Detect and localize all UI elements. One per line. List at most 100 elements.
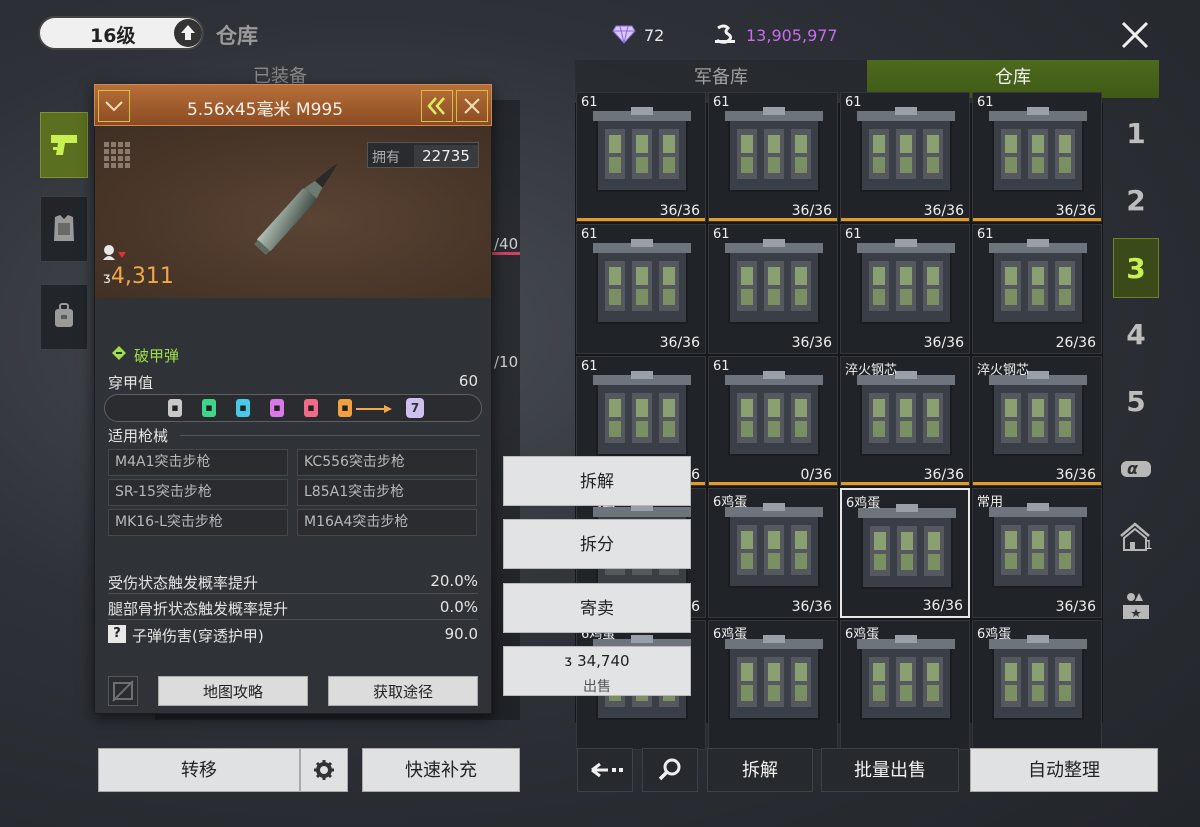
- slot-tag: 61: [845, 95, 862, 110]
- close-icon[interactable]: [1118, 18, 1152, 52]
- inventory-slot[interactable]: 6鸡蛋: [972, 620, 1102, 750]
- equipped-capacity-2: /10: [494, 353, 519, 371]
- back-button[interactable]: [577, 748, 633, 792]
- transfer-button[interactable]: 转移: [98, 748, 300, 792]
- ammo-type-label: 破甲弹: [134, 347, 180, 365]
- ammo-box-icon: [989, 371, 1087, 456]
- ammo-box-icon: [725, 503, 823, 588]
- inventory-slot[interactable]: 61 36/36: [708, 92, 838, 222]
- slot-tag: 淬火钢芯: [977, 363, 1030, 378]
- category-weapons-button[interactable]: [40, 112, 88, 178]
- house-icon: [1120, 522, 1150, 551]
- compatible-gun[interactable]: SR-15突击步枪: [108, 479, 288, 506]
- close-popup-icon[interactable]: [456, 90, 488, 122]
- inventory-slot[interactable]: 61 36/36: [576, 224, 706, 354]
- quick-refill-button[interactable]: 快速补充: [362, 748, 520, 792]
- inventory-slot[interactable]: 61 36/36: [708, 224, 838, 354]
- ammo-box-icon: [725, 239, 823, 324]
- search-button[interactable]: [642, 748, 698, 792]
- gem-count: 72: [644, 26, 665, 45]
- page-2-button[interactable]: 2: [1113, 171, 1159, 231]
- armor-tier-badge: ▪: [236, 399, 250, 417]
- showcase-button[interactable]: [1113, 573, 1159, 633]
- alpha-container-button[interactable]: α: [1113, 439, 1159, 499]
- slot-highlight-bar: [973, 218, 1101, 221]
- slot-tag: 61: [713, 359, 730, 374]
- armor-tier-badge: ▪: [202, 399, 216, 417]
- chevron-down-icon[interactable]: [98, 90, 130, 122]
- slot-count: 36/36: [923, 467, 964, 483]
- ammo-box-icon: [989, 239, 1087, 324]
- owned-label: 拥有: [372, 150, 400, 166]
- compatible-guns-title: 适用枪械: [108, 427, 169, 445]
- bulk-sell-button[interactable]: 批量出售: [821, 748, 959, 792]
- vest-icon: [54, 215, 74, 241]
- compatible-gun[interactable]: M4A1突击步枪: [108, 449, 288, 476]
- divider: [108, 619, 478, 620]
- coin-count: 13,905,977: [746, 26, 838, 45]
- compatible-gun[interactable]: KC556突击步枪: [297, 449, 477, 476]
- inventory-slot[interactable]: 61 36/36: [972, 92, 1102, 222]
- penetration-label: 穿甲值: [108, 374, 154, 392]
- ammo-box-icon: [858, 504, 956, 589]
- ammo-box-icon: [593, 107, 691, 192]
- compatible-gun[interactable]: MK16-L突击步枪: [108, 509, 288, 536]
- bulk-dismantle-button[interactable]: 拆解: [707, 748, 813, 792]
- stat-value: 90.0: [444, 625, 478, 643]
- penetration-tier-badge: 7: [406, 398, 424, 418]
- showcase-icon: [1123, 593, 1149, 619]
- slot-tag: 6鸡蛋: [845, 627, 880, 642]
- penetration-arrow-icon: [384, 405, 392, 413]
- inventory-slot[interactable]: 61 36/36: [840, 92, 970, 222]
- armor-tier-badge: ▪: [338, 399, 352, 417]
- map-guide-button[interactable]: 地图攻略: [158, 676, 308, 706]
- page-1-button[interactable]: 1: [1113, 104, 1159, 164]
- page-4-button[interactable]: 4: [1113, 305, 1159, 365]
- dismantle-menu-button[interactable]: 拆解: [503, 456, 691, 506]
- ammo-box-icon: [989, 503, 1087, 588]
- split-menu-button[interactable]: 拆分: [503, 519, 691, 569]
- inventory-slot[interactable]: 6鸡蛋: [840, 620, 970, 750]
- compatible-gun[interactable]: L85A1突击步枪: [297, 479, 477, 506]
- item-price: ᴣ4,311: [103, 264, 174, 289]
- slot-tag: 常用: [977, 495, 1004, 510]
- inventory-slot[interactable]: 61 36/36: [576, 92, 706, 222]
- safehouse-button[interactable]: 1: [1113, 506, 1159, 566]
- penetration-pointer: [356, 408, 386, 410]
- slot-count: 0/36: [800, 467, 832, 483]
- compatible-gun[interactable]: M16A4突击步枪: [297, 509, 477, 536]
- auto-sort-button[interactable]: 自动整理: [970, 748, 1158, 792]
- double-chevron-left-icon[interactable]: [421, 90, 453, 122]
- inventory-slot[interactable]: 淬火钢芯 36/36: [972, 356, 1102, 486]
- page-3-button[interactable]: 3: [1113, 238, 1159, 298]
- page-5-button[interactable]: 5: [1113, 372, 1159, 432]
- slot-highlight-bar: [709, 482, 837, 485]
- inventory-slot[interactable]: 61 0/36: [708, 356, 838, 486]
- slot-tag: 淬火钢芯: [845, 363, 898, 378]
- inventory-slot[interactable]: 6鸡蛋 36/36: [840, 488, 970, 618]
- category-bag-button[interactable]: [40, 284, 88, 350]
- inventory-slot[interactable]: 61 26/36: [972, 224, 1102, 354]
- consign-menu-button[interactable]: 寄卖: [503, 583, 691, 633]
- armor-piercing-icon: [108, 343, 130, 363]
- ammo-box-icon: [725, 371, 823, 456]
- slot-count: 36/36: [791, 599, 832, 615]
- inventory-slot[interactable]: 6鸡蛋 36/36: [708, 488, 838, 618]
- level-up-icon[interactable]: [174, 19, 202, 47]
- category-armor-button[interactable]: [40, 196, 88, 262]
- ammo-box-icon: [989, 107, 1087, 192]
- transfer-settings-button[interactable]: [300, 748, 348, 792]
- inventory-slot[interactable]: 6鸡蛋: [708, 620, 838, 750]
- help-icon[interactable]: ?: [108, 625, 126, 643]
- inventory-slot[interactable]: 61 36/36: [840, 224, 970, 354]
- obtain-source-button[interactable]: 获取途径: [328, 676, 478, 706]
- inventory-slot[interactable]: 常用 36/36: [972, 488, 1102, 618]
- equipped-capacity-1: /40: [494, 235, 519, 253]
- slot-tag: 61: [713, 227, 730, 242]
- hide-map-icon[interactable]: [108, 676, 138, 706]
- slot-highlight-bar: [577, 218, 705, 221]
- slot-tag: 61: [581, 95, 598, 110]
- ammo-box-icon: [857, 371, 955, 456]
- slot-count: 36/36: [791, 335, 832, 351]
- inventory-slot[interactable]: 淬火钢芯 36/36: [840, 356, 970, 486]
